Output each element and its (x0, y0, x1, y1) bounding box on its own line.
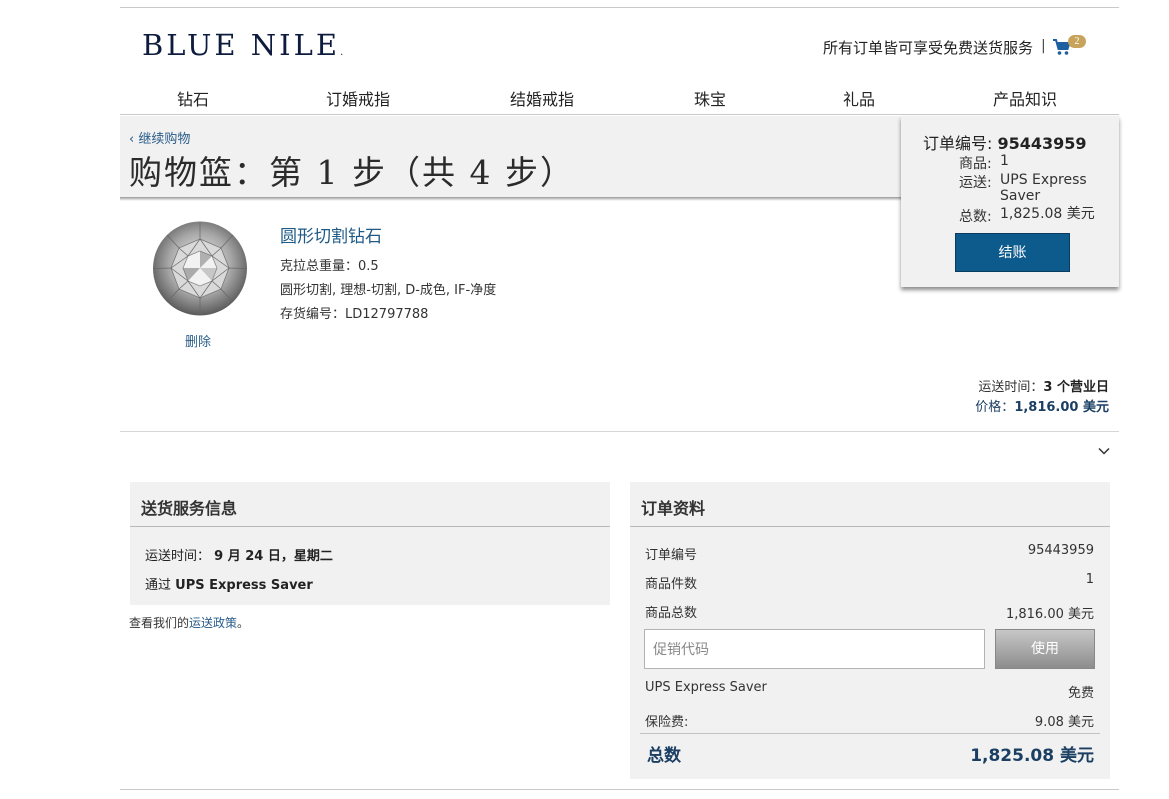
nav-item-gifts[interactable]: 礼品 (843, 86, 875, 110)
nav-item-jewelry[interactable]: 珠宝 (694, 86, 726, 110)
summary-items-value: 1 (1000, 153, 1009, 169)
summary-order-number: 订单编号: 95443959 (923, 130, 1087, 154)
top-divider (120, 7, 1119, 8)
shipping-info-rule (130, 526, 610, 527)
nav-item-education[interactable]: 产品知识 (993, 86, 1057, 110)
delivery-label: 运送时间： (145, 549, 211, 564)
item-ship-time: 运送时间：3 个营业日 (978, 376, 1109, 395)
page-title: 购物篮：第 1 步（共 4 步） (129, 153, 575, 192)
promo-code-input[interactable] (644, 629, 985, 669)
policy-suffix: 。 (237, 616, 250, 630)
main-nav: 钻石 订婚戒指 结婚戒指 珠宝 礼品 产品知识 (120, 80, 1119, 115)
nav-item-wedding-rings[interactable]: 结婚戒指 (510, 86, 574, 110)
checkout-button[interactable]: 结账 (955, 233, 1070, 272)
od-item-count-label: 商品件数 (645, 577, 698, 592)
delete-item-link[interactable]: 删除 (185, 331, 211, 350)
policy-prefix: 查看我们的 (129, 616, 190, 630)
via-label: 通过 (145, 578, 172, 593)
total-rule (640, 733, 1100, 734)
price-value: 1,816.00 美元 (1014, 400, 1109, 415)
od-order-number-label: 订单编号 (645, 548, 698, 563)
summary-items-label: 商品: (959, 156, 992, 172)
cart-count-badge: 2 (1068, 35, 1086, 48)
od-item-count-value: 1 (1085, 572, 1094, 587)
item-divider (120, 431, 1119, 432)
shipping-info-heading: 送货服务信息 (141, 499, 238, 518)
chevron-down-icon[interactable] (1097, 444, 1111, 458)
delivery-date: 运送时间： 9 月 24 日，星期二 (145, 545, 333, 564)
price-label: 价格： (975, 400, 1015, 415)
od-shipping-cost: 免费 (1067, 686, 1094, 701)
logo-text: BLUE NILE (142, 28, 341, 62)
apply-promo-button[interactable]: 使用 (995, 629, 1095, 669)
item-specs: 圆形切割, 理想-切割, D-成色, IF-净度 (280, 283, 497, 298)
item-title-link[interactable]: 圆形切割钻石 (280, 222, 382, 247)
bottom-divider (120, 789, 1119, 790)
od-insurance-label: 保险费: (645, 715, 689, 730)
order-details-rule (630, 526, 1110, 527)
od-subtotal-value: 1,816.00 美元 (1005, 607, 1094, 622)
summary-shipping-label: 运送: (959, 175, 992, 191)
blue-nile-logo[interactable]: BLUE NILE. (142, 28, 343, 62)
od-shipping-method: UPS Express Saver (645, 680, 767, 695)
free-shipping-promo: 所有订单皆可享受免费送货服务 (822, 39, 1033, 57)
item-carat: 克拉总重量：0.5 (280, 259, 379, 274)
od-total-label: 总数 (647, 746, 681, 766)
summary-order-label: 订单编号: (923, 134, 993, 153)
ship-time-label: 运送时间： (978, 380, 1044, 395)
od-subtotal-label: 商品总数 (645, 606, 698, 621)
ship-time-value: 3 个营业日 (1043, 380, 1109, 395)
summary-order-value: 95443959 (997, 134, 1087, 153)
od-insurance-value: 9.08 美元 (1034, 715, 1094, 730)
header-separator: | (1041, 38, 1046, 54)
od-total-value: 1,825.08 美元 (970, 746, 1094, 766)
continue-shopping-link[interactable]: ‹ 继续购物 (129, 128, 190, 147)
order-details-heading: 订单资料 (641, 499, 706, 518)
nav-item-engagement-rings[interactable]: 订婚戒指 (326, 86, 390, 110)
shipping-policy-note: 查看我们的运送政策。 (129, 614, 249, 631)
delivery-value: 9 月 24 日，星期二 (214, 549, 333, 564)
band-shadow (120, 197, 901, 201)
shipping-policy-link[interactable]: 运送政策 (189, 616, 237, 630)
summary-total-label: 总数: (959, 209, 992, 225)
item-sku: 存货编号：LD12797788 (280, 307, 429, 322)
logo-mark: . (340, 47, 344, 58)
summary-shipping-value: UPS Express Saver (1000, 172, 1087, 204)
od-order-number-value: 95443959 (1027, 543, 1094, 558)
shipping-carrier: 通过 UPS Express Saver (145, 574, 313, 593)
via-value: UPS Express Saver (175, 578, 313, 593)
summary-total-value: 1,825.08 美元 (1000, 206, 1095, 222)
nav-item-diamonds[interactable]: 钻石 (177, 86, 209, 110)
round-diamond-icon[interactable] (150, 221, 250, 316)
item-price: 价格：1,816.00 美元 (975, 396, 1109, 415)
